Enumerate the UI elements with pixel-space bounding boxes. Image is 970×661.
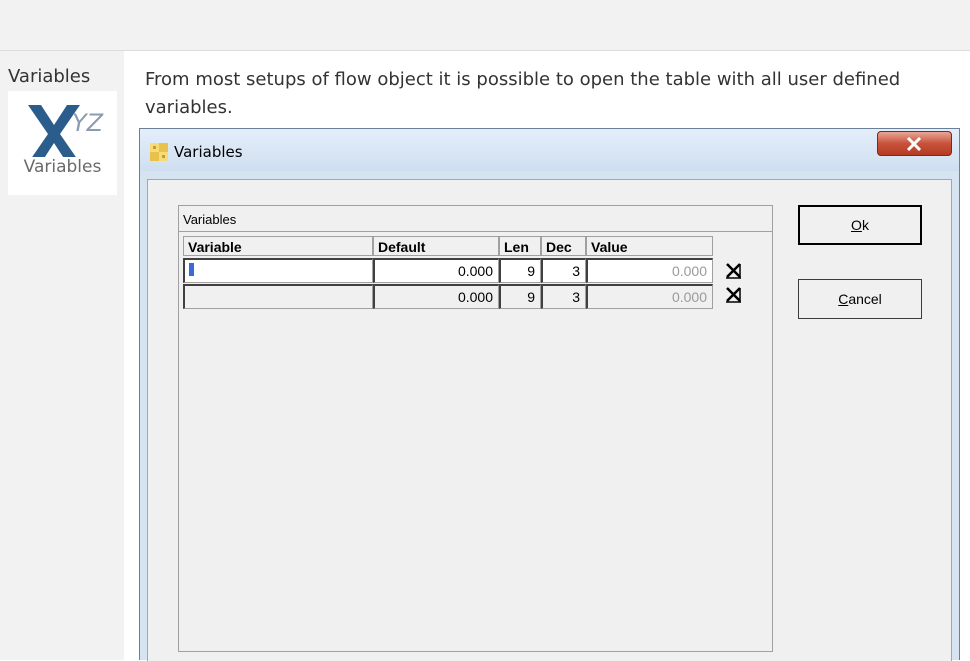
column-header-value: Value — [586, 236, 713, 256]
row1-variable-input[interactable] — [183, 258, 373, 283]
row2-default-input[interactable]: 0.000 — [373, 284, 499, 309]
row1-dec-input[interactable]: 3 — [541, 258, 586, 283]
description-text: From most setups of flow object it is po… — [145, 69, 901, 118]
close-button[interactable] — [877, 131, 952, 156]
text-caret — [189, 263, 194, 276]
row2-variable-input[interactable] — [183, 284, 373, 309]
dialog-title: Variables — [174, 143, 243, 161]
cancel-mnemonic: C — [838, 291, 849, 307]
close-icon — [906, 137, 922, 151]
column-header-variable: Variable — [183, 236, 373, 256]
column-header-default: Default — [373, 236, 499, 256]
variables-tile[interactable]: YZ Variables — [8, 91, 117, 195]
variables-dialog-icon — [150, 143, 168, 161]
row2-value-field: 0.000 — [586, 284, 713, 309]
xyz-variables-icon: YZ — [28, 105, 104, 157]
row1-delete-row-icon[interactable] — [725, 262, 743, 280]
group-header: Variables — [179, 206, 772, 232]
dialog-titlebar[interactable]: Variables — [140, 129, 959, 171]
cancel-button[interactable]: Cancel — [798, 279, 922, 319]
row2-delete-row-icon[interactable] — [725, 286, 743, 304]
ok-label-rest: k — [861, 217, 869, 233]
row1-value-field: 0.000 — [586, 258, 713, 283]
row2-dec-input[interactable]: 3 — [541, 284, 586, 309]
ok-button[interactable]: Ok — [798, 205, 922, 245]
cancel-label-rest: ancel — [848, 291, 882, 307]
variables-dialog: Variables Variables Variable Default Len… — [139, 128, 960, 661]
sidebar-label: Variables — [8, 66, 91, 87]
ok-mnemonic: O — [851, 217, 862, 233]
variables-tile-caption: Variables — [23, 157, 102, 177]
row2-len-input[interactable]: 9 — [499, 284, 541, 309]
variables-group: Variables Variable Default Len Dec Value… — [178, 205, 773, 652]
row1-default-input[interactable]: 0.000 — [373, 258, 499, 283]
row1-len-input[interactable]: 9 — [499, 258, 541, 283]
column-header-dec: Dec — [541, 236, 586, 256]
svg-text:YZ: YZ — [72, 109, 104, 137]
group-title: Variables — [183, 212, 237, 227]
top-band — [0, 0, 970, 51]
dialog-client-area: Variables Variable Default Len Dec Value… — [147, 179, 952, 661]
column-header-len: Len — [499, 236, 541, 256]
